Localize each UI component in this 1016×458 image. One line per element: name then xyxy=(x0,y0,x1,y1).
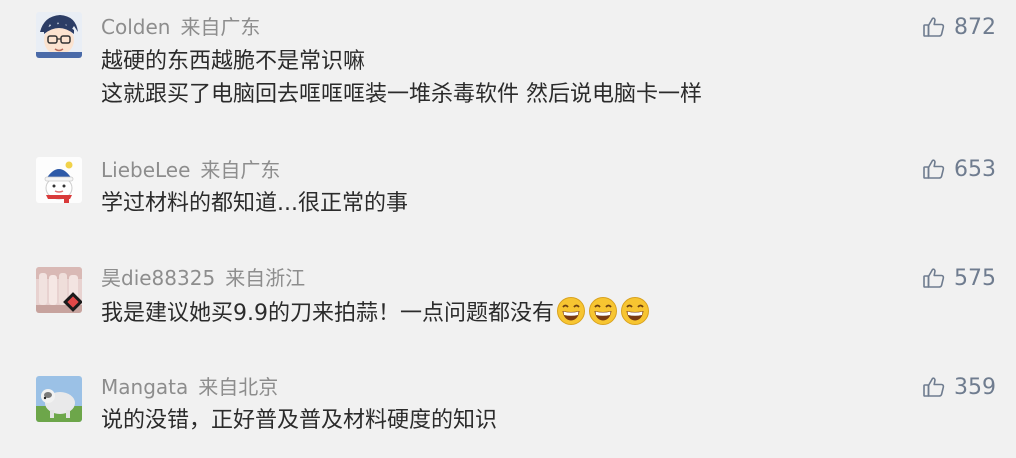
user-avatar[interactable] xyxy=(36,376,82,422)
comment-list: Colden 来自广东 872 越硬的东西越脆不是常识嘛 这就跟买了电脑回去哐哐哐… xyxy=(0,0,1016,458)
comment-line-text: 我是建议她买9.9的刀来拍蒜！一点问题都没有 xyxy=(101,301,554,326)
comment-meta: Mangata 来自北京 xyxy=(101,373,278,401)
thumbs-up-icon xyxy=(922,375,946,399)
username[interactable]: LiebeLee xyxy=(101,158,190,182)
grinning-face-emoji xyxy=(588,296,618,336)
comment-line: 越硬的东西越脆不是常识嘛 xyxy=(101,49,366,74)
comment-meta: LiebeLee 来自广东 xyxy=(101,156,280,184)
username[interactable]: Mangata xyxy=(101,375,188,399)
user-avatar[interactable] xyxy=(36,157,82,203)
thumbs-up-icon xyxy=(922,266,946,290)
thumbs-up-icon xyxy=(922,157,946,181)
comment-line: 学过材料的都知道...很正常的事 xyxy=(101,191,408,216)
comment-line: 说的没错，正好普及普及材料硬度的知识 xyxy=(101,408,498,433)
like-count: 872 xyxy=(954,14,996,40)
comment-text: 说的没错，正好普及普及材料硬度的知识 xyxy=(101,404,497,437)
user-avatar[interactable] xyxy=(36,12,82,58)
comment-text: 越硬的东西越脆不是常识嘛 这就跟买了电脑回去哐哐哐装一堆杀毒软件 然后说电脑卡一… xyxy=(101,45,702,111)
comment-line: 我是建议她买9.9的刀来拍蒜！一点问题都没有 xyxy=(101,296,650,336)
like-count: 653 xyxy=(954,156,996,182)
thumbs-up-icon xyxy=(922,15,946,39)
like-button[interactable]: 872 xyxy=(922,12,996,42)
grinning-face-emoji xyxy=(620,296,650,336)
region-label: 来自广东 xyxy=(180,15,261,39)
username[interactable]: 昊die88325 xyxy=(101,266,215,290)
comment-meta: Colden 来自广东 xyxy=(101,13,260,41)
grinning-face-emoji xyxy=(556,296,586,336)
comment-meta: 昊die88325 来自浙江 xyxy=(101,264,305,292)
comment-text: 我是建议她买9.9的刀来拍蒜！一点问题都没有 xyxy=(101,296,650,336)
like-count: 575 xyxy=(954,265,996,291)
region-label: 来自浙江 xyxy=(225,266,306,290)
like-count: 359 xyxy=(954,374,996,400)
region-label: 来自广东 xyxy=(200,158,281,182)
comment-text: 学过材料的都知道...很正常的事 xyxy=(101,187,408,220)
like-button[interactable]: 359 xyxy=(922,372,996,402)
user-avatar[interactable] xyxy=(36,267,82,313)
region-label: 来自北京 xyxy=(198,375,279,399)
like-button[interactable]: 653 xyxy=(922,154,996,184)
comment-line: 这就跟买了电脑回去哐哐哐装一堆杀毒软件 然后说电脑卡一样 xyxy=(101,82,702,107)
like-button[interactable]: 575 xyxy=(922,263,996,293)
username[interactable]: Colden xyxy=(101,15,170,39)
